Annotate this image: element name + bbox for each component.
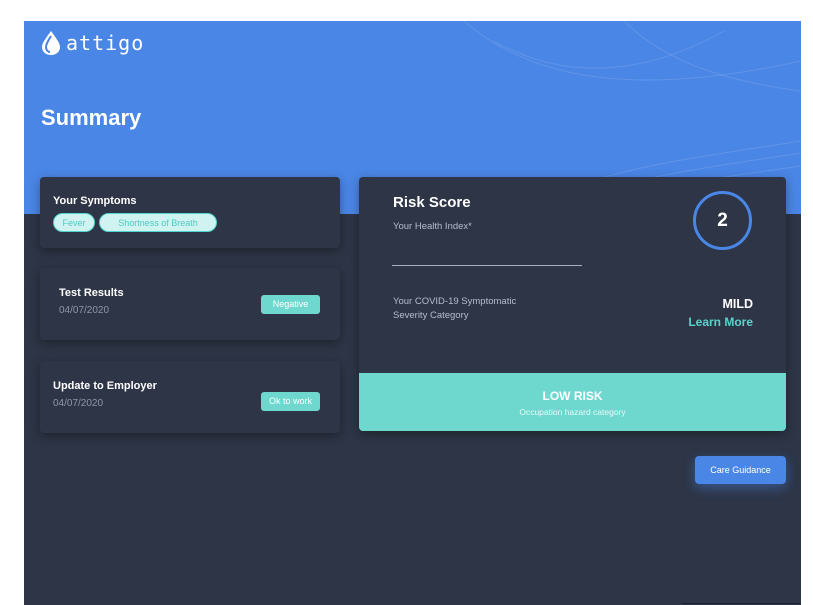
employer-update-title: Update to Employer xyxy=(53,380,157,392)
employer-update-date: 04/07/2020 xyxy=(53,398,104,409)
app-frame: attigo Summary Your Symptoms Fever Short… xyxy=(24,21,801,605)
risk-level-title: LOW RISK xyxy=(542,389,603,403)
brand-name: attigo xyxy=(66,31,145,55)
symptom-chip-fever[interactable]: Fever xyxy=(53,213,95,232)
care-guidance-button[interactable]: Care Guidance xyxy=(695,456,786,484)
test-status-badge: Negative xyxy=(261,295,320,314)
risk-level-subtitle: Occupation hazard category xyxy=(519,407,626,417)
test-results-card[interactable]: Test Results 04/07/2020 Negative xyxy=(40,268,340,340)
symptoms-card: Your Symptoms Fever Shortness of Breath xyxy=(40,177,340,248)
risk-score-value: 2 xyxy=(717,210,728,231)
brand-logo[interactable]: attigo xyxy=(40,30,144,56)
risk-score-title: Risk Score xyxy=(393,194,471,211)
test-results-title: Test Results xyxy=(59,287,124,299)
severity-category-label: Your COVID-19 Symptomatic Severity Categ… xyxy=(393,296,517,321)
symptoms-title: Your Symptoms xyxy=(53,195,137,207)
score-ring: 2 xyxy=(693,191,752,250)
bottom-divider xyxy=(682,603,801,604)
risk-score-card: Risk Score Your Health Index* 2 Your COV… xyxy=(359,177,786,431)
test-results-date: 04/07/2020 xyxy=(59,305,110,316)
health-index-underline xyxy=(392,265,582,266)
symptom-chip-shortness-of-breath[interactable]: Shortness of Breath xyxy=(99,213,217,232)
work-status-badge: Ok to work xyxy=(261,392,320,411)
employer-update-card[interactable]: Update to Employer 04/07/2020 Ok to work xyxy=(40,361,340,433)
learn-more-link[interactable]: Learn More xyxy=(688,315,753,329)
page-title: Summary xyxy=(41,105,142,130)
risk-level-banner: LOW RISK Occupation hazard category xyxy=(359,373,786,431)
health-index-label: Your Health Index* xyxy=(393,221,472,232)
severity-value: MILD xyxy=(722,297,753,311)
water-drop-icon xyxy=(42,31,60,55)
